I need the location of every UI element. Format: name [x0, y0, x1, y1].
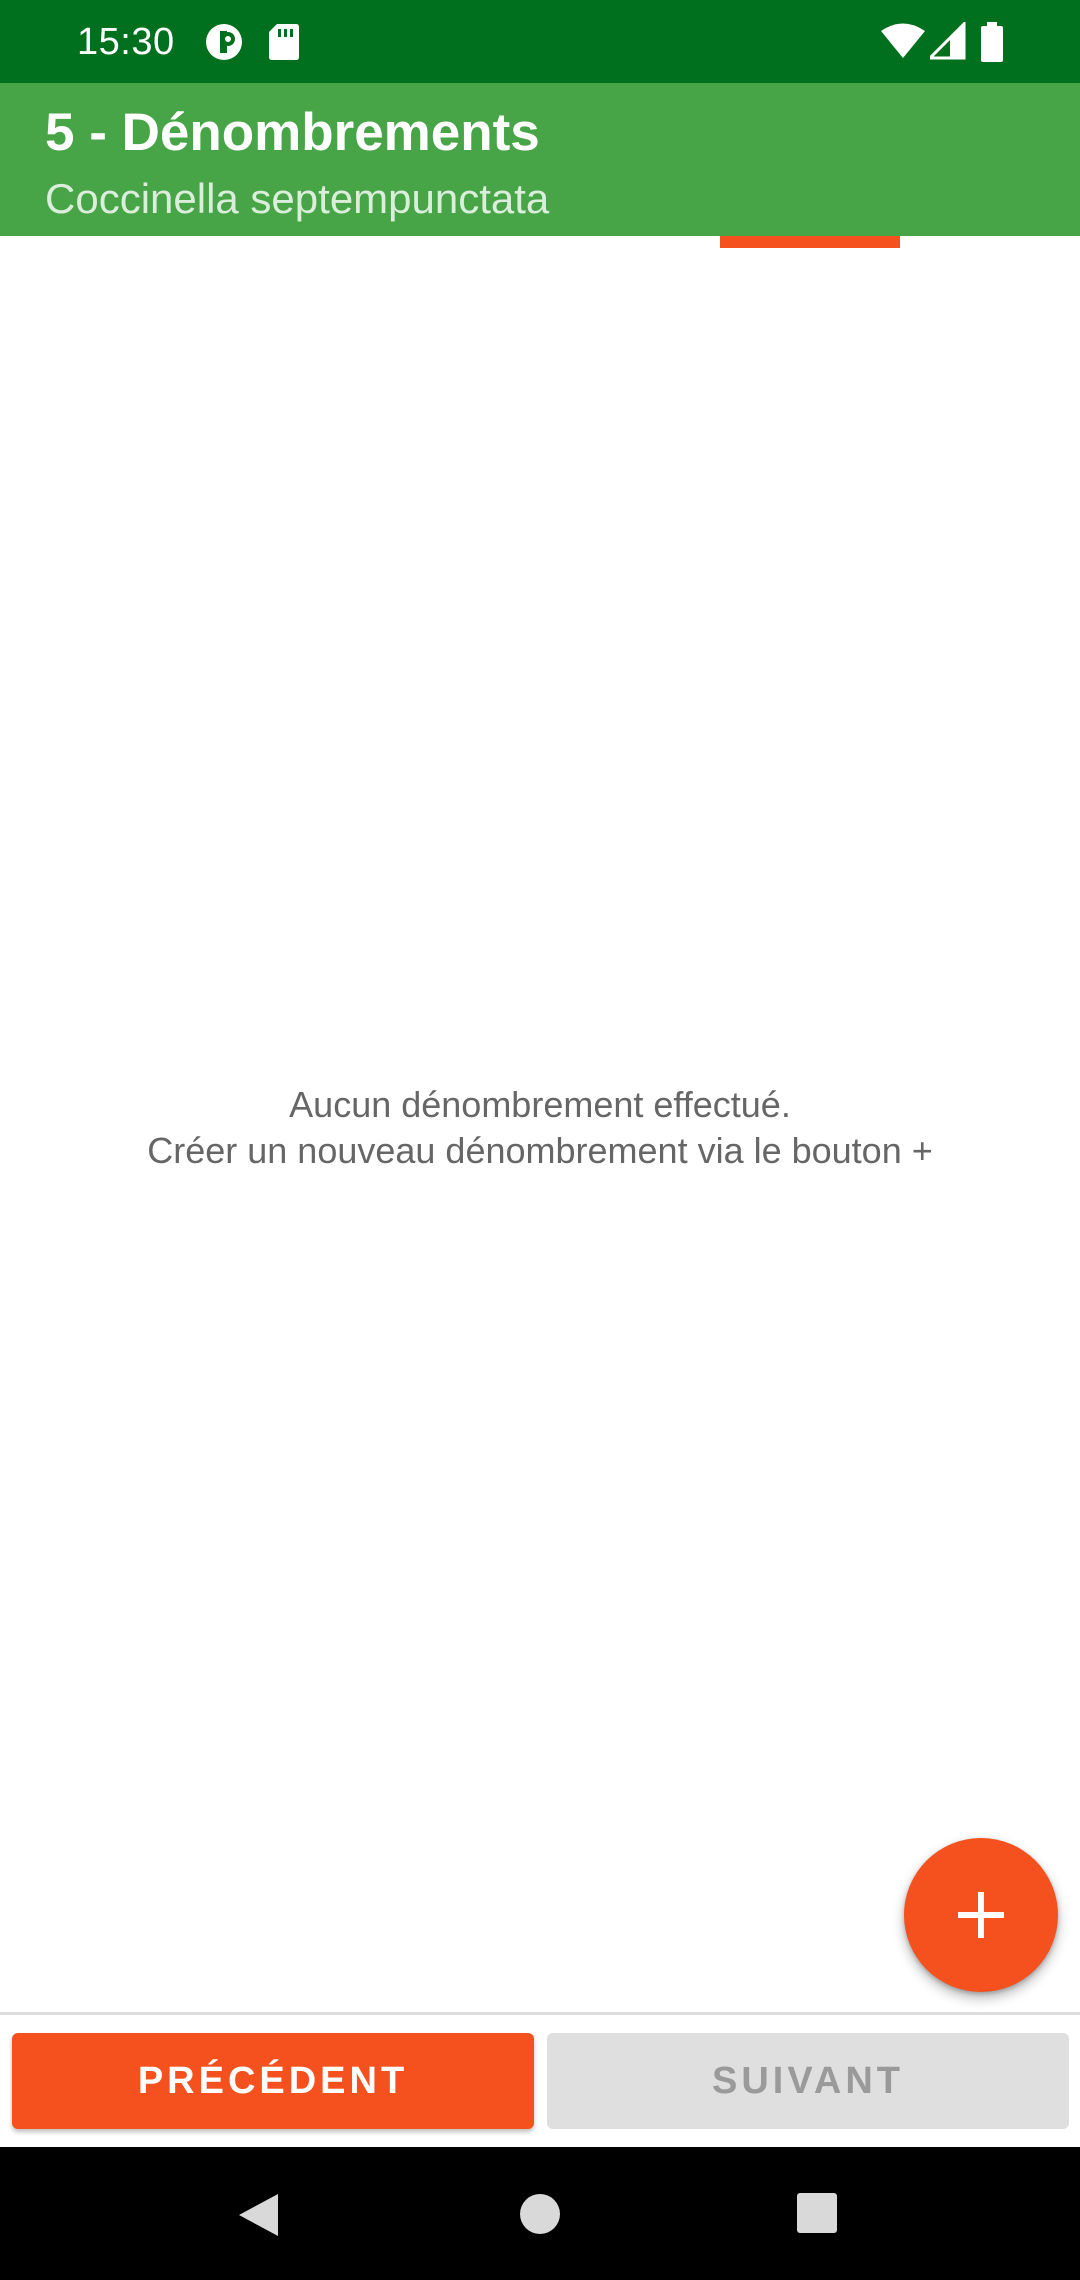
battery-icon — [981, 22, 1003, 62]
tab-indicator — [720, 236, 900, 248]
wifi-icon — [881, 23, 925, 58]
page-subtitle: Coccinella septempunctata — [45, 175, 550, 222]
add-count-button[interactable] — [904, 1838, 1058, 1992]
recents-icon[interactable] — [796, 2192, 838, 2234]
page-title: 5 - Dénombrements — [45, 103, 540, 162]
sd-card-icon — [269, 24, 299, 60]
empty-state-message: Aucun dénombrement effectué. Créer un no… — [0, 1082, 1080, 1174]
status-bar: 15:30 — [0, 0, 1080, 83]
back-icon[interactable] — [236, 2192, 280, 2238]
app-bar: 5 - Dénombrements Coccinella septempunct… — [0, 83, 1080, 236]
signal-icon — [930, 22, 966, 60]
status-time: 15:30 — [77, 21, 175, 63]
previous-button[interactable]: PRÉCÉDENT — [12, 2033, 534, 2129]
app-notification-icon — [206, 24, 242, 60]
home-icon[interactable] — [518, 2192, 562, 2236]
plus-icon — [958, 1892, 1004, 1938]
system-nav-bar — [0, 2147, 1080, 2280]
empty-state-line-1: Aucun dénombrement effectué. — [289, 1084, 791, 1125]
next-button[interactable]: SUIVANT — [547, 2033, 1069, 2129]
bottom-button-bar: PRÉCÉDENT SUIVANT — [0, 2015, 1080, 2147]
empty-state-line-2: Créer un nouveau dénombrement via le bou… — [147, 1130, 933, 1171]
